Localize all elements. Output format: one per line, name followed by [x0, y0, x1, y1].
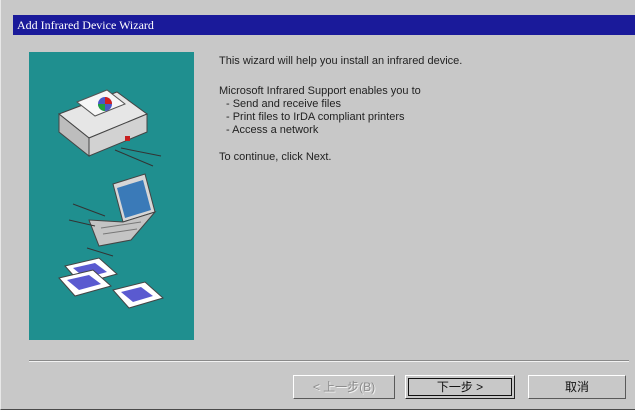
wizard-window: Add Infrared Device Wizard This wizard w…: [0, 0, 635, 410]
continue-text: To continue, click Next.: [219, 151, 332, 163]
intro-text: This wizard will help you install an inf…: [219, 55, 463, 67]
next-button[interactable]: 下一步 >: [405, 375, 515, 399]
window-title: Add Infrared Device Wizard: [17, 18, 154, 32]
title-bar[interactable]: Add Infrared Device Wizard: [13, 15, 635, 35]
footer-separator: [29, 360, 629, 362]
features-heading: Microsoft Infrared Support enables you t…: [219, 85, 421, 97]
list-item: - Send and receive files: [226, 98, 341, 110]
laptop-icon: [68, 173, 157, 257]
feature-list: - Send and receive files - Print files t…: [219, 98, 619, 137]
printer-icon: [58, 89, 162, 167]
list-item: - Print files to IrDA compliant printers: [226, 111, 405, 123]
list-item: - Access a network: [226, 124, 319, 136]
paper-sheets-icon: [58, 257, 165, 309]
cancel-button[interactable]: 取消: [528, 375, 626, 399]
wizard-illustration: [58, 89, 165, 309]
wizard-illustration-panel: [29, 52, 194, 340]
back-button[interactable]: < 上一步(B): [293, 375, 395, 399]
wizard-body: This wizard will help you install an inf…: [219, 55, 619, 164]
